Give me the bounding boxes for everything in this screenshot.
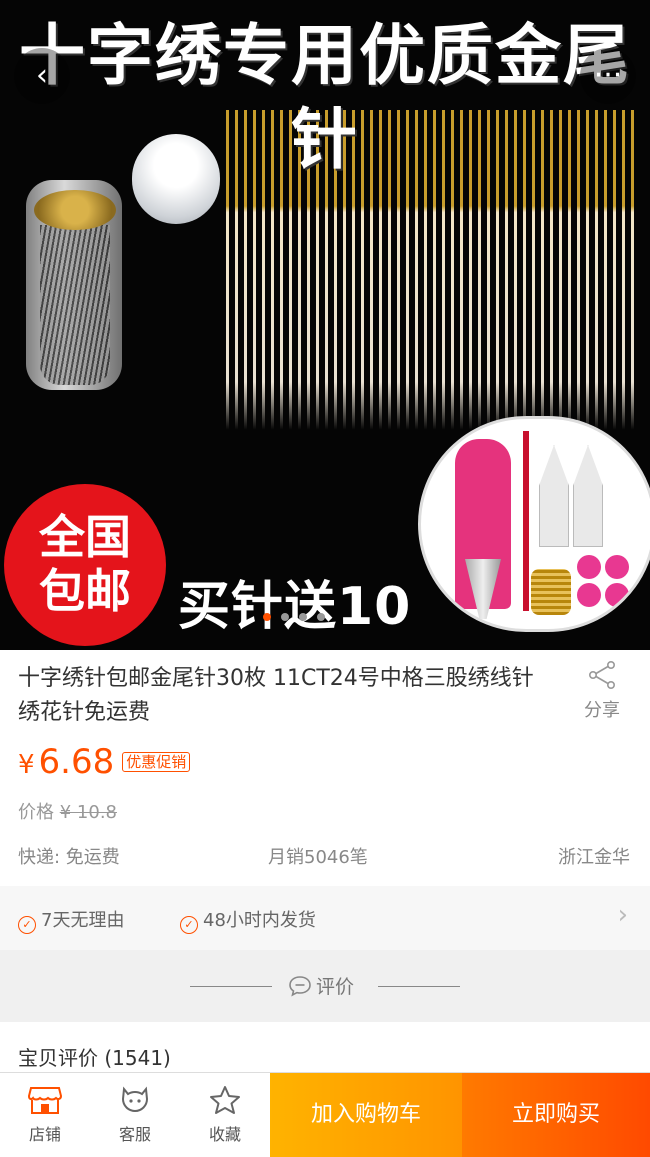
check-circle-icon: ✓ — [18, 916, 36, 934]
pompom-image — [577, 555, 601, 579]
bottom-action-bar: 店铺 客服 收藏 加入购物车 立即购买 — [0, 1072, 650, 1157]
guarantee-item: ✓ 7天无理由 — [18, 906, 124, 934]
price-value: 6.68 — [38, 742, 115, 782]
favorite-label: 收藏 — [208, 1125, 241, 1144]
reviews-section-divider: 评价 — [0, 950, 650, 1022]
add-to-cart-button[interactable]: 加入购物车 — [270, 1073, 462, 1157]
original-price-label: 价格 — [18, 802, 54, 823]
reviews-title-text: 宝贝评价 — [18, 1046, 98, 1070]
red-tool-image — [523, 431, 529, 611]
service-guarantees[interactable]: ✓ 7天无理由 ✓ 48小时内发货 › — [0, 886, 650, 951]
reviews-header[interactable]: 宝贝评价 (1541) — [0, 1022, 650, 1074]
reviews-divider-label: 评价 — [288, 972, 354, 999]
check-circle-icon: ✓ — [180, 916, 198, 934]
promo-tag: 优惠促销 — [122, 752, 191, 772]
customer-service-button[interactable]: 客服 — [90, 1085, 180, 1145]
comment-icon — [289, 976, 311, 997]
favorite-button[interactable]: 收藏 — [180, 1085, 270, 1145]
monthly-sales: 月销5046笔 — [268, 847, 368, 868]
reviews-label: 评价 — [316, 976, 355, 998]
share-icon — [588, 660, 615, 689]
pompom-image — [605, 583, 629, 607]
price-row: ¥6.68 优惠促销 — [18, 742, 191, 782]
ship-location: 浙江金华 — [558, 847, 630, 868]
pompom-image — [577, 583, 601, 607]
service-label: 客服 — [118, 1125, 151, 1144]
store-icon — [28, 1087, 62, 1114]
badge-line2: 包邮 — [39, 564, 131, 618]
more-button[interactable]: ··· — [580, 48, 636, 104]
share-button[interactable]: 分享 — [574, 660, 630, 722]
carousel-dots — [263, 606, 335, 625]
tube-needle-eyes — [34, 190, 116, 230]
kit-accessories-image — [418, 416, 650, 632]
original-price-row: 价格 ¥ 10.8 — [18, 798, 117, 824]
product-title: 十字绣针包邮金尾针30枚 11CT24号中格三股绣线针 绣花针免运费 — [18, 666, 534, 725]
guarantee-label: 7天无理由 — [41, 910, 125, 931]
carousel-dot — [299, 613, 307, 621]
product-image-carousel[interactable]: 十字绣专用优质金尾针 ‹ ··· 全国 包邮 买针送10 — [0, 0, 650, 650]
threader-image — [573, 445, 603, 547]
free-shipping-badge: 全国 包邮 — [4, 484, 166, 646]
thimble-image — [531, 569, 571, 615]
shop-button[interactable]: 店铺 — [0, 1085, 90, 1145]
ellipsis-icon: ··· — [593, 58, 623, 93]
chevron-left-icon: ‹ — [36, 58, 48, 93]
pompom-image — [605, 555, 629, 579]
badge-line1: 全国 — [39, 510, 131, 564]
product-info: 十字绣针包邮金尾针30枚 11CT24号中格三股绣线针 绣花针免运费 分享 ¥6… — [0, 650, 650, 886]
back-button[interactable]: ‹ — [14, 48, 70, 104]
star-icon — [210, 1086, 240, 1114]
chevron-right-icon: › — [617, 900, 628, 930]
share-label: 分享 — [584, 700, 620, 721]
hero-title: 十字绣专用优质金尾针 — [19, 17, 631, 178]
shipping-info: 快递: 免运费 — [18, 847, 120, 868]
shop-label: 店铺 — [28, 1125, 61, 1144]
reviews-title: 宝贝评价 (1541) — [18, 1042, 171, 1071]
guarantee-item: ✓ 48小时内发货 — [180, 906, 316, 934]
threader-image — [539, 445, 569, 547]
carousel-dot — [281, 613, 289, 621]
carousel-dot — [317, 613, 325, 621]
buy-now-button[interactable]: 立即购买 — [462, 1073, 650, 1157]
currency-symbol: ¥ — [18, 750, 35, 780]
guarantee-label: 48小时内发货 — [203, 910, 316, 931]
customer-service-icon — [121, 1086, 149, 1112]
tube-needles-image — [40, 225, 110, 385]
original-price-value: ¥ 10.8 — [59, 802, 117, 823]
carousel-dot-active — [263, 613, 271, 621]
reviews-count: (1541) — [104, 1046, 171, 1070]
divider-line — [378, 986, 460, 987]
divider-line — [190, 986, 272, 987]
